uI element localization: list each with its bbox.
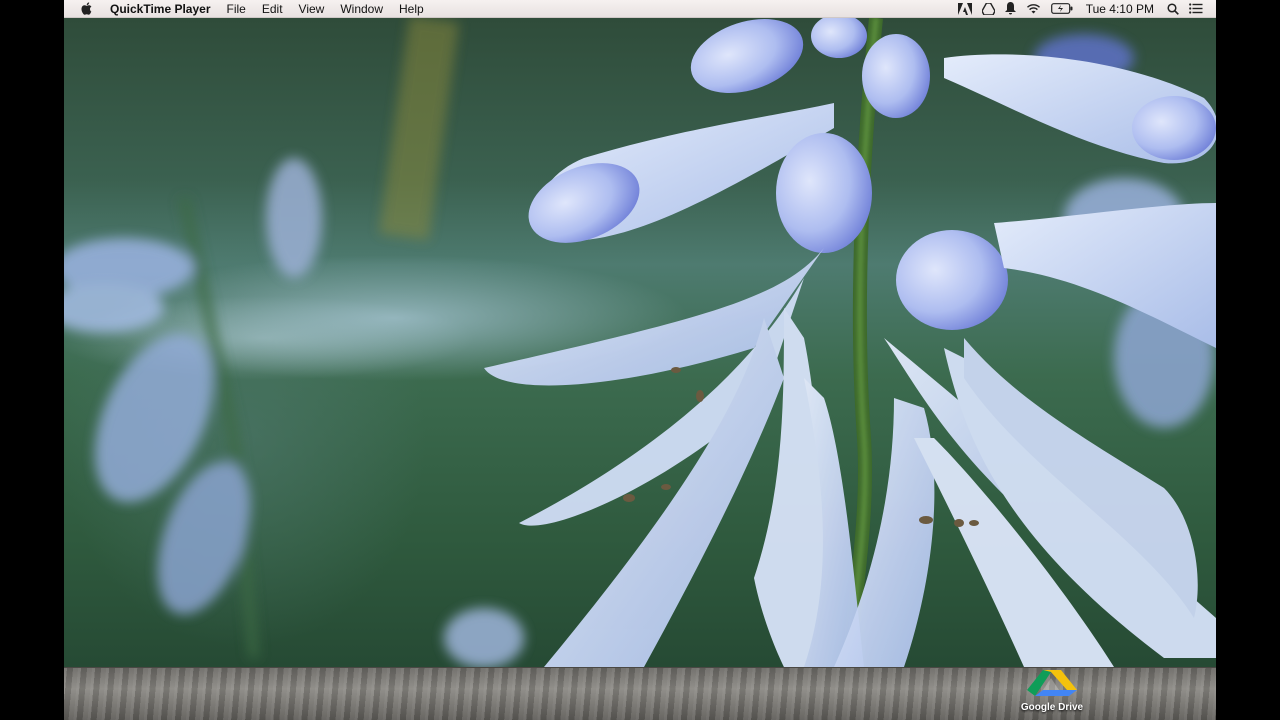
menu-edit[interactable]: Edit	[254, 0, 291, 18]
apple-menu-icon[interactable]	[78, 2, 94, 15]
menu-window[interactable]: Window	[332, 0, 391, 18]
menu-help[interactable]: Help	[391, 0, 432, 18]
adobe-icon[interactable]	[957, 0, 972, 18]
mac-screen: QuickTime Player File Edit View Window H…	[64, 0, 1216, 720]
spotlight-search-icon[interactable]	[1167, 0, 1179, 18]
notification-center-icon[interactable]	[1189, 0, 1203, 18]
video-frame-hosta-flowers	[64, 18, 1216, 667]
google-drive-desktop-item[interactable]: Google Drive	[1012, 667, 1092, 720]
google-drive-icon	[1027, 670, 1077, 696]
menu-view[interactable]: View	[291, 0, 333, 18]
menu-clock[interactable]: Tue 4:10 PM	[1086, 2, 1154, 16]
status-area: Tue 4:10 PM	[953, 0, 1216, 18]
google-drive-label: Google Drive	[1020, 702, 1084, 713]
right-letterbox	[1216, 0, 1280, 720]
menu-bar: QuickTime Player File Edit View Window H…	[64, 0, 1216, 18]
left-letterbox	[0, 0, 64, 720]
notification-bell-icon[interactable]	[1004, 0, 1016, 18]
toolbar-drive-icon[interactable]	[981, 0, 995, 18]
wifi-icon[interactable]	[1026, 0, 1041, 18]
menu-file[interactable]: File	[219, 0, 254, 18]
battery-charging-icon[interactable]	[1050, 0, 1073, 18]
app-menu-quicktime[interactable]: QuickTime Player	[108, 0, 219, 18]
